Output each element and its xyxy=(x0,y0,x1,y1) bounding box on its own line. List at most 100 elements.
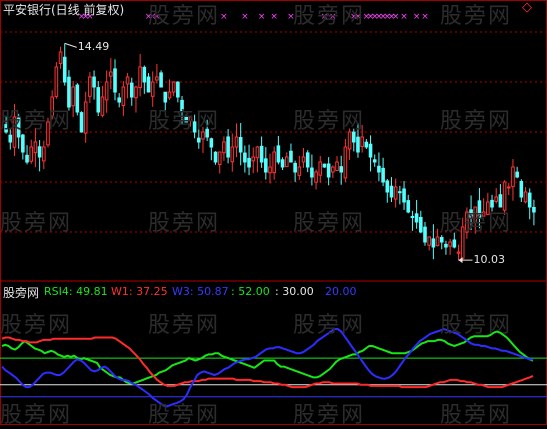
watermark: 股旁网 xyxy=(0,403,73,428)
watermark: 股旁网 xyxy=(440,313,513,338)
candle-body xyxy=(247,157,251,168)
candle-body xyxy=(377,165,381,173)
candle-body xyxy=(519,180,524,198)
legend-w3: W3: 50.87 xyxy=(172,285,229,298)
candle-body xyxy=(96,87,101,113)
collapse-arrow-icon[interactable]: ◇ xyxy=(522,0,532,15)
candle-body xyxy=(41,146,46,162)
candle-body xyxy=(92,76,96,88)
candle-body xyxy=(272,151,276,174)
candle-body xyxy=(113,68,117,93)
candle-body xyxy=(456,251,461,254)
legend-20: 20.00 xyxy=(325,285,357,298)
signal-markers: ××× ××× × × × × × × × ×× ×××××××× × × × xyxy=(78,12,429,22)
candle-body xyxy=(230,146,235,163)
candle-body xyxy=(109,71,113,77)
indicator-lines[interactable] xyxy=(1,328,534,408)
watermark: 股旁网 xyxy=(293,313,366,338)
low-arrow-head xyxy=(458,257,463,264)
candle-body xyxy=(356,136,360,153)
candle-body xyxy=(289,150,293,163)
candle-body xyxy=(515,171,519,178)
series-line-w3 xyxy=(1,328,534,408)
candle-body xyxy=(305,152,310,168)
candle-body xyxy=(452,239,457,248)
candle-body xyxy=(335,161,339,171)
candle-body xyxy=(8,134,13,143)
candle-body xyxy=(71,86,75,107)
watermark: 股旁网 xyxy=(0,109,73,134)
candle-body xyxy=(331,166,335,173)
candle-body xyxy=(431,238,436,248)
candle-body xyxy=(146,76,151,93)
candle-body xyxy=(293,162,297,173)
candle-body xyxy=(393,186,398,200)
candle-body xyxy=(167,91,172,99)
candle-body xyxy=(410,215,415,218)
signal-marker: × xyxy=(392,12,400,22)
stock-title: 平安银行(日线 前复权) xyxy=(3,3,125,17)
candle-body xyxy=(284,156,289,168)
candle-body xyxy=(88,76,92,97)
candle-body xyxy=(427,236,431,246)
candle-body xyxy=(155,76,159,81)
signal-marker: × xyxy=(241,12,249,22)
candle-body xyxy=(138,66,142,89)
watermark: 股旁网 xyxy=(440,4,513,29)
candle-body xyxy=(385,180,390,193)
candle-body xyxy=(125,76,130,85)
signal-marker: × xyxy=(220,12,228,22)
indicator-grid xyxy=(0,357,547,398)
candle-body xyxy=(310,167,314,178)
candle-body xyxy=(276,145,281,163)
candle-body xyxy=(435,236,440,247)
candle-body xyxy=(129,82,134,98)
watermark: 股旁网 xyxy=(148,109,221,134)
candle-body xyxy=(25,154,29,163)
candle-body xyxy=(209,138,214,148)
watermark: 股旁网 xyxy=(440,109,513,134)
candle-body xyxy=(104,81,109,101)
candle-body xyxy=(234,136,239,148)
legend-52: : 52.00 xyxy=(231,285,270,298)
candle-body xyxy=(448,241,452,247)
price-annotations xyxy=(64,42,473,264)
candle-body xyxy=(364,141,369,148)
candle-body xyxy=(318,161,323,176)
candle-body xyxy=(226,136,230,158)
candle-body xyxy=(150,81,155,97)
candle-body xyxy=(21,134,25,153)
candle-body xyxy=(33,141,38,154)
candle-body xyxy=(163,91,168,103)
indicator-name: 股旁网 xyxy=(3,286,40,300)
candle-body xyxy=(297,166,302,176)
candle-body xyxy=(79,112,84,133)
watermark: 股旁网 xyxy=(293,403,366,428)
low-price-label: 10.03 xyxy=(473,253,506,267)
candle-body xyxy=(368,143,373,158)
candle-body xyxy=(372,159,377,163)
candle-body xyxy=(322,163,327,168)
candle-body xyxy=(494,196,499,202)
candle-body xyxy=(159,72,163,88)
watermark: 股旁网 xyxy=(148,313,221,338)
watermark: 股旁网 xyxy=(440,403,513,428)
legend-w1: W1: 37.25 xyxy=(111,285,168,298)
candle-body xyxy=(343,146,348,179)
candle-body xyxy=(62,56,67,83)
candle-body xyxy=(251,156,256,162)
candle-body xyxy=(37,146,42,158)
candle-body xyxy=(414,213,419,223)
candle-body xyxy=(255,146,260,159)
candle-body xyxy=(238,137,243,153)
candle-body xyxy=(171,81,176,93)
candle-body xyxy=(54,66,59,97)
signal-marker: × xyxy=(413,12,421,22)
candle-body xyxy=(439,236,444,243)
high-price-label: 14.49 xyxy=(77,40,110,54)
candle-body xyxy=(339,166,344,173)
candle-body xyxy=(142,66,147,83)
signal-marker: × xyxy=(258,12,266,22)
candle-body xyxy=(29,146,34,162)
watermark: 股旁网 xyxy=(148,4,221,29)
